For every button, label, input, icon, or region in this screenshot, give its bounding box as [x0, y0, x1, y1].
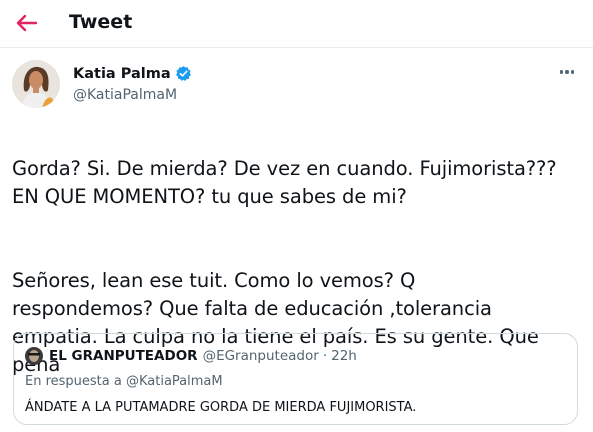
- quoted-author-handle: @EGranputeador: [202, 348, 319, 364]
- reply-prefix: En respuesta a: [25, 374, 122, 389]
- page-title: Tweet: [69, 11, 133, 33]
- separator-dot: ·: [322, 348, 328, 364]
- tweet-detail-page: Tweet Katia Palma @KatiaPalmaM Gorda? Si…: [0, 0, 593, 432]
- author-name[interactable]: Katia Palma: [73, 66, 171, 82]
- arrow-left-icon: [16, 14, 38, 32]
- reply-mention: @KatiaPalmaM: [125, 374, 223, 389]
- quoted-tweet-text: ÁNDATE A LA PUTAMADRE GORDA DE MIERDA FU…: [25, 400, 417, 415]
- more-horizontal-icon: [559, 70, 564, 74]
- quoted-tweet-header: EL GRANPUTEADOR @EGranputeador · 22h: [25, 347, 357, 365]
- tweet-paragraph: Gorda? Si. De mierda? De vez en cuando. …: [12, 157, 557, 208]
- back-button[interactable]: [10, 8, 44, 38]
- quoted-author-avatar: [25, 347, 43, 365]
- more-options-button[interactable]: [556, 62, 578, 82]
- verified-badge-icon: [175, 66, 191, 81]
- author-avatar[interactable]: [12, 60, 60, 108]
- reply-context: En respuesta a @KatiaPalmaM: [25, 374, 223, 389]
- tweet-author: Katia Palma @KatiaPalmaM: [12, 60, 582, 112]
- top-header: Tweet: [0, 0, 593, 48]
- quoted-timestamp: 22h: [331, 348, 357, 364]
- quoted-tweet-card[interactable]: EL GRANPUTEADOR @EGranputeador · 22h En …: [13, 333, 578, 425]
- quoted-author-name: EL GRANPUTEADOR: [49, 348, 198, 364]
- author-handle[interactable]: @KatiaPalmaM: [73, 87, 177, 103]
